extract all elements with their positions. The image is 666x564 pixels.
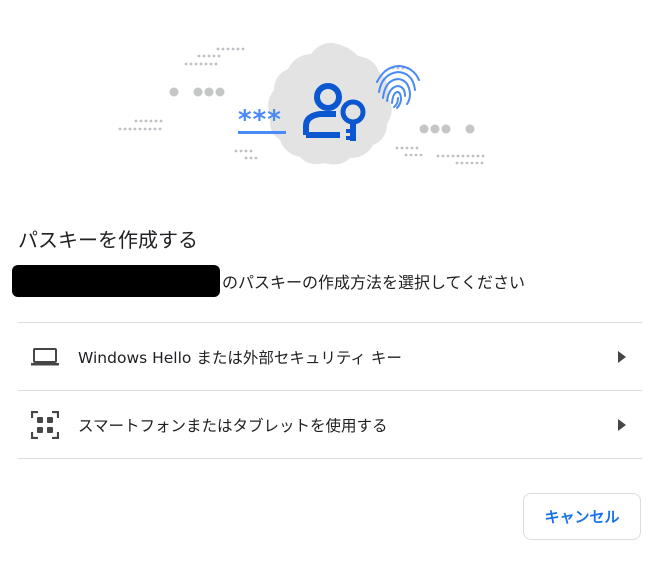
chevron-right-icon: [614, 417, 630, 433]
option-label: Windows Hello または外部セキュリティ キー: [78, 348, 402, 367]
passkey-options-list: Windows Hello または外部セキュリティ キー スマートフォンまたはタ…: [18, 322, 642, 459]
option-windows-hello[interactable]: Windows Hello または外部セキュリティ キー: [18, 323, 642, 390]
cancel-button[interactable]: キャンセル: [523, 493, 641, 540]
chevron-right-icon: [614, 349, 630, 365]
password-underline: [238, 131, 286, 134]
badge-background: [268, 42, 392, 165]
qr-code-icon: [30, 410, 60, 440]
password-mask: ***: [238, 105, 282, 135]
passkey-illustration: ***: [118, 42, 485, 165]
redacted-site-name: [12, 265, 220, 297]
subtitle-text: のパスキーの作成方法を選択してください: [222, 273, 526, 292]
dialog-title: パスキーを作成する: [18, 228, 198, 252]
laptop-icon: [30, 342, 60, 372]
option-label: スマートフォンまたはタブレットを使用する: [78, 416, 388, 435]
option-phone-or-tablet[interactable]: スマートフォンまたはタブレットを使用する: [18, 390, 642, 458]
dialog-subtitle: のパスキーの作成方法を選択してください: [12, 264, 525, 298]
